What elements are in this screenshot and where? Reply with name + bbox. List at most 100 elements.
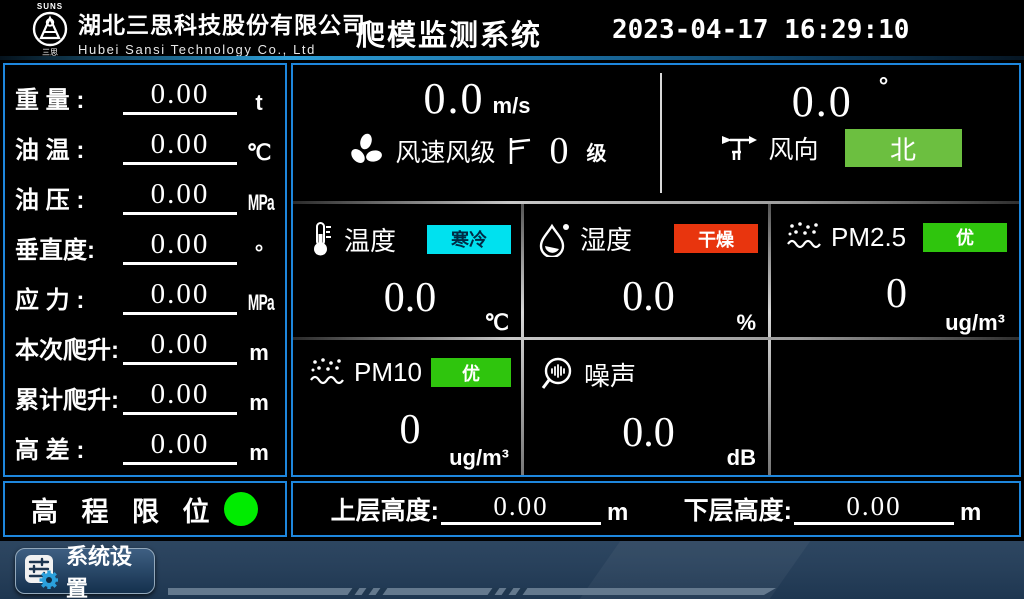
system-settings-button[interactable]: 系统设置 <box>15 548 155 594</box>
measurement-row-weight: 重 量 : 0.00 t <box>15 72 277 117</box>
measurement-row-height-diff: 高 差 : 0.00 m <box>15 422 277 467</box>
wind-speed-label: 风速风级 <box>395 133 495 169</box>
system-settings-label: 系统设置 <box>66 539 146 599</box>
empty-cell <box>770 340 1019 476</box>
measurement-value: 0.00 <box>123 78 237 114</box>
sensor-unit: dB <box>727 445 756 471</box>
taskbar: 系统设置 <box>0 541 1024 599</box>
wind-section: 0.0 m/s 风速风级 <box>293 65 1019 201</box>
temperature-status-badge: 寒冷 <box>427 225 511 254</box>
upper-height-group: 上层高度: 0.00 m <box>331 491 629 527</box>
measurement-label: 高 差 : <box>15 435 121 466</box>
sensor-value: 0.0 <box>539 273 758 321</box>
measurement-label: 油 温 : <box>15 135 121 166</box>
measurement-row-oil-pressure: 油 压 : 0.00 MPa <box>15 172 277 217</box>
upper-height-value: 0.00 <box>441 491 601 525</box>
measurement-row-current-climb: 本次爬升: 0.00 m <box>15 322 277 367</box>
measurement-value: 0.00 <box>123 278 237 314</box>
sansi-logo-icon: SUNS 三思 <box>22 1 78 57</box>
measurement-value: 0.00 <box>123 178 237 214</box>
noise-icon <box>539 356 575 392</box>
measurement-row-total-climb: 累计爬升: 0.00 m <box>15 372 277 417</box>
wind-speed-unit: m/s <box>493 93 531 118</box>
fan-icon <box>347 132 385 170</box>
lower-height-unit: m <box>960 499 981 527</box>
dust-icon <box>786 220 822 254</box>
stripe-slash <box>486 586 501 597</box>
pm25-status-badge: 优 <box>923 223 1007 252</box>
measurement-value: 0.00 <box>123 378 237 414</box>
measurement-row-verticality: 垂直度: 0.00 ° <box>15 222 277 267</box>
environment-panel: 0.0 m/s 风速风级 <box>291 63 1021 477</box>
measurement-unit: m <box>241 340 277 366</box>
stripe-slash <box>346 586 361 597</box>
sensor-name: PM2.5 <box>831 222 906 253</box>
layer-height-panel: 上层高度: 0.00 m 下层高度: 0.00 m <box>291 481 1021 537</box>
noise-cell: 噪声 0.0 dB <box>523 340 770 476</box>
wind-direction-display: 北 <box>845 129 962 167</box>
sensor-name: PM10 <box>354 357 422 388</box>
humidity-status-badge: 干燥 <box>674 224 758 253</box>
stripe-slash <box>514 586 529 597</box>
stripe-slash <box>360 586 375 597</box>
wind-section-divider <box>660 73 662 193</box>
company-name-cn: 湖北三思科技股份有限公司 <box>78 6 366 40</box>
measurement-value: 0.00 <box>123 428 237 464</box>
sensor-unit: ℃ <box>484 310 509 336</box>
taskbar-stripe <box>168 588 776 595</box>
lower-height-group: 下层高度: 0.00 m <box>684 491 982 527</box>
measurement-label: 重 量 : <box>15 85 121 116</box>
wind-direction-unit: ° <box>879 73 889 100</box>
sensor-unit: ug/m³ <box>449 445 509 471</box>
measurement-unit: MPa <box>248 190 270 216</box>
temperature-cell: 温度 寒冷 0.0 ℃ <box>293 204 523 340</box>
pm10-cell: PM10 优 0 ug/m³ <box>293 340 523 476</box>
measurement-row-stress: 应 力 : 0.00 MPa <box>15 272 277 317</box>
lower-height-label: 下层高度: <box>684 491 792 527</box>
header-divider <box>0 56 1024 60</box>
company-block: 湖北三思科技股份有限公司 Hubei Sansi Technology Co.,… <box>78 6 366 57</box>
pm10-status-badge: 优 <box>431 358 511 387</box>
wind-direction-section: 0.0° 风向 北 <box>661 65 1019 201</box>
measurement-label: 油 压 : <box>15 185 121 216</box>
sensor-unit: % <box>736 310 756 336</box>
page-title: 爬模监测系统 <box>356 12 542 54</box>
measurement-value: 0.00 <box>123 228 237 264</box>
wind-speed-section: 0.0 m/s 风速风级 <box>293 65 661 201</box>
sensor-name: 温度 <box>344 221 396 258</box>
sensor-value: 0.0 <box>539 409 758 457</box>
measurement-unit: m <box>241 440 277 466</box>
sensor-value: 0.0 <box>309 274 511 322</box>
measurement-row-oil-temp: 油 温 : 0.00 ℃ <box>15 122 277 167</box>
upper-height-label: 上层高度: <box>331 491 439 527</box>
measurement-label: 垂直度: <box>15 235 121 266</box>
measurement-label: 累计爬升: <box>15 385 121 416</box>
dust-icon <box>309 356 345 390</box>
measurement-panel: 重 量 : 0.00 t 油 温 : 0.00 ℃ 油 压 : 0.00 MPa… <box>3 63 287 477</box>
measurement-value: 0.00 <box>123 328 237 364</box>
wind-level-unit: 级 <box>587 137 607 166</box>
elevation-limit-indicator <box>224 492 258 526</box>
climbing-formwork-monitor-screen: SUNS 三思 湖北三思科技股份有限公司 Hubei Sansi Technol… <box>0 0 1024 599</box>
sensor-name: 噪声 <box>584 356 636 393</box>
sensor-unit: ug/m³ <box>945 310 1005 336</box>
settings-sliders-gear-icon <box>24 553 58 589</box>
pm25-cell: PM2.5 优 0 ug/m³ <box>770 204 1019 340</box>
lower-height-value: 0.00 <box>794 491 954 525</box>
svg-text:SUNS: SUNS <box>37 2 63 11</box>
datetime-display: 2023-04-17 16:29:10 <box>612 15 909 45</box>
upper-height-unit: m <box>607 499 628 527</box>
measurement-value: 0.00 <box>123 128 237 164</box>
wind-level-value: 0 <box>550 129 569 173</box>
droplet-icon <box>539 221 571 257</box>
measurement-label: 本次爬升: <box>15 335 121 366</box>
wind-speed-value: 0.0 <box>424 74 485 123</box>
header: SUNS 三思 湖北三思科技股份有限公司 Hubei Sansi Technol… <box>0 0 1024 56</box>
measurement-unit: t <box>241 90 277 116</box>
measurement-unit: m <box>241 390 277 416</box>
wind-level-icon <box>506 135 532 167</box>
stripe-slash <box>374 586 389 597</box>
elevation-limit-panel: 高 程 限 位 <box>3 481 287 537</box>
wind-direction-value: 0.0 <box>792 77 853 126</box>
company-name-en: Hubei Sansi Technology Co., Ltd <box>78 42 366 57</box>
